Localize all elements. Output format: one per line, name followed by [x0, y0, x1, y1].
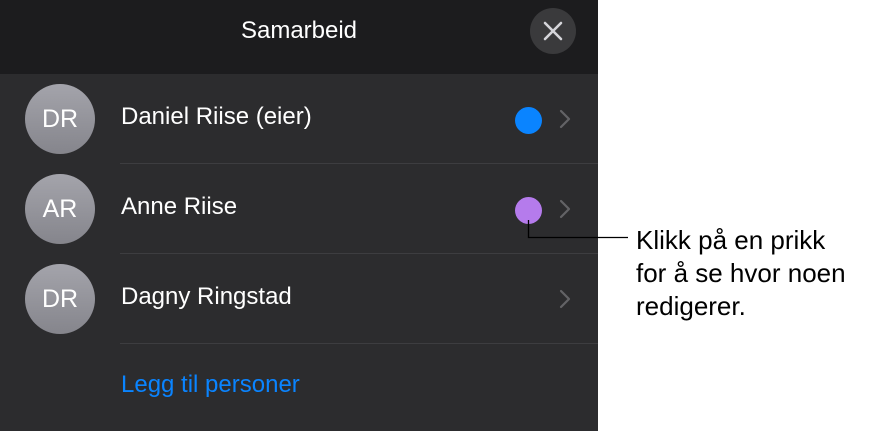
callout-line: Klikk på en prikk [636, 225, 826, 255]
callout-text: Klikk på en prikk for å se hvor noen red… [636, 224, 872, 323]
callout-line: redigerer. [636, 291, 746, 321]
callout-line: for å se hvor noen [636, 258, 846, 288]
callout-leader-line [527, 220, 628, 239]
screenshot-stage: Samarbeid DR Daniel Riise (eier) AR Anne… [0, 0, 872, 431]
